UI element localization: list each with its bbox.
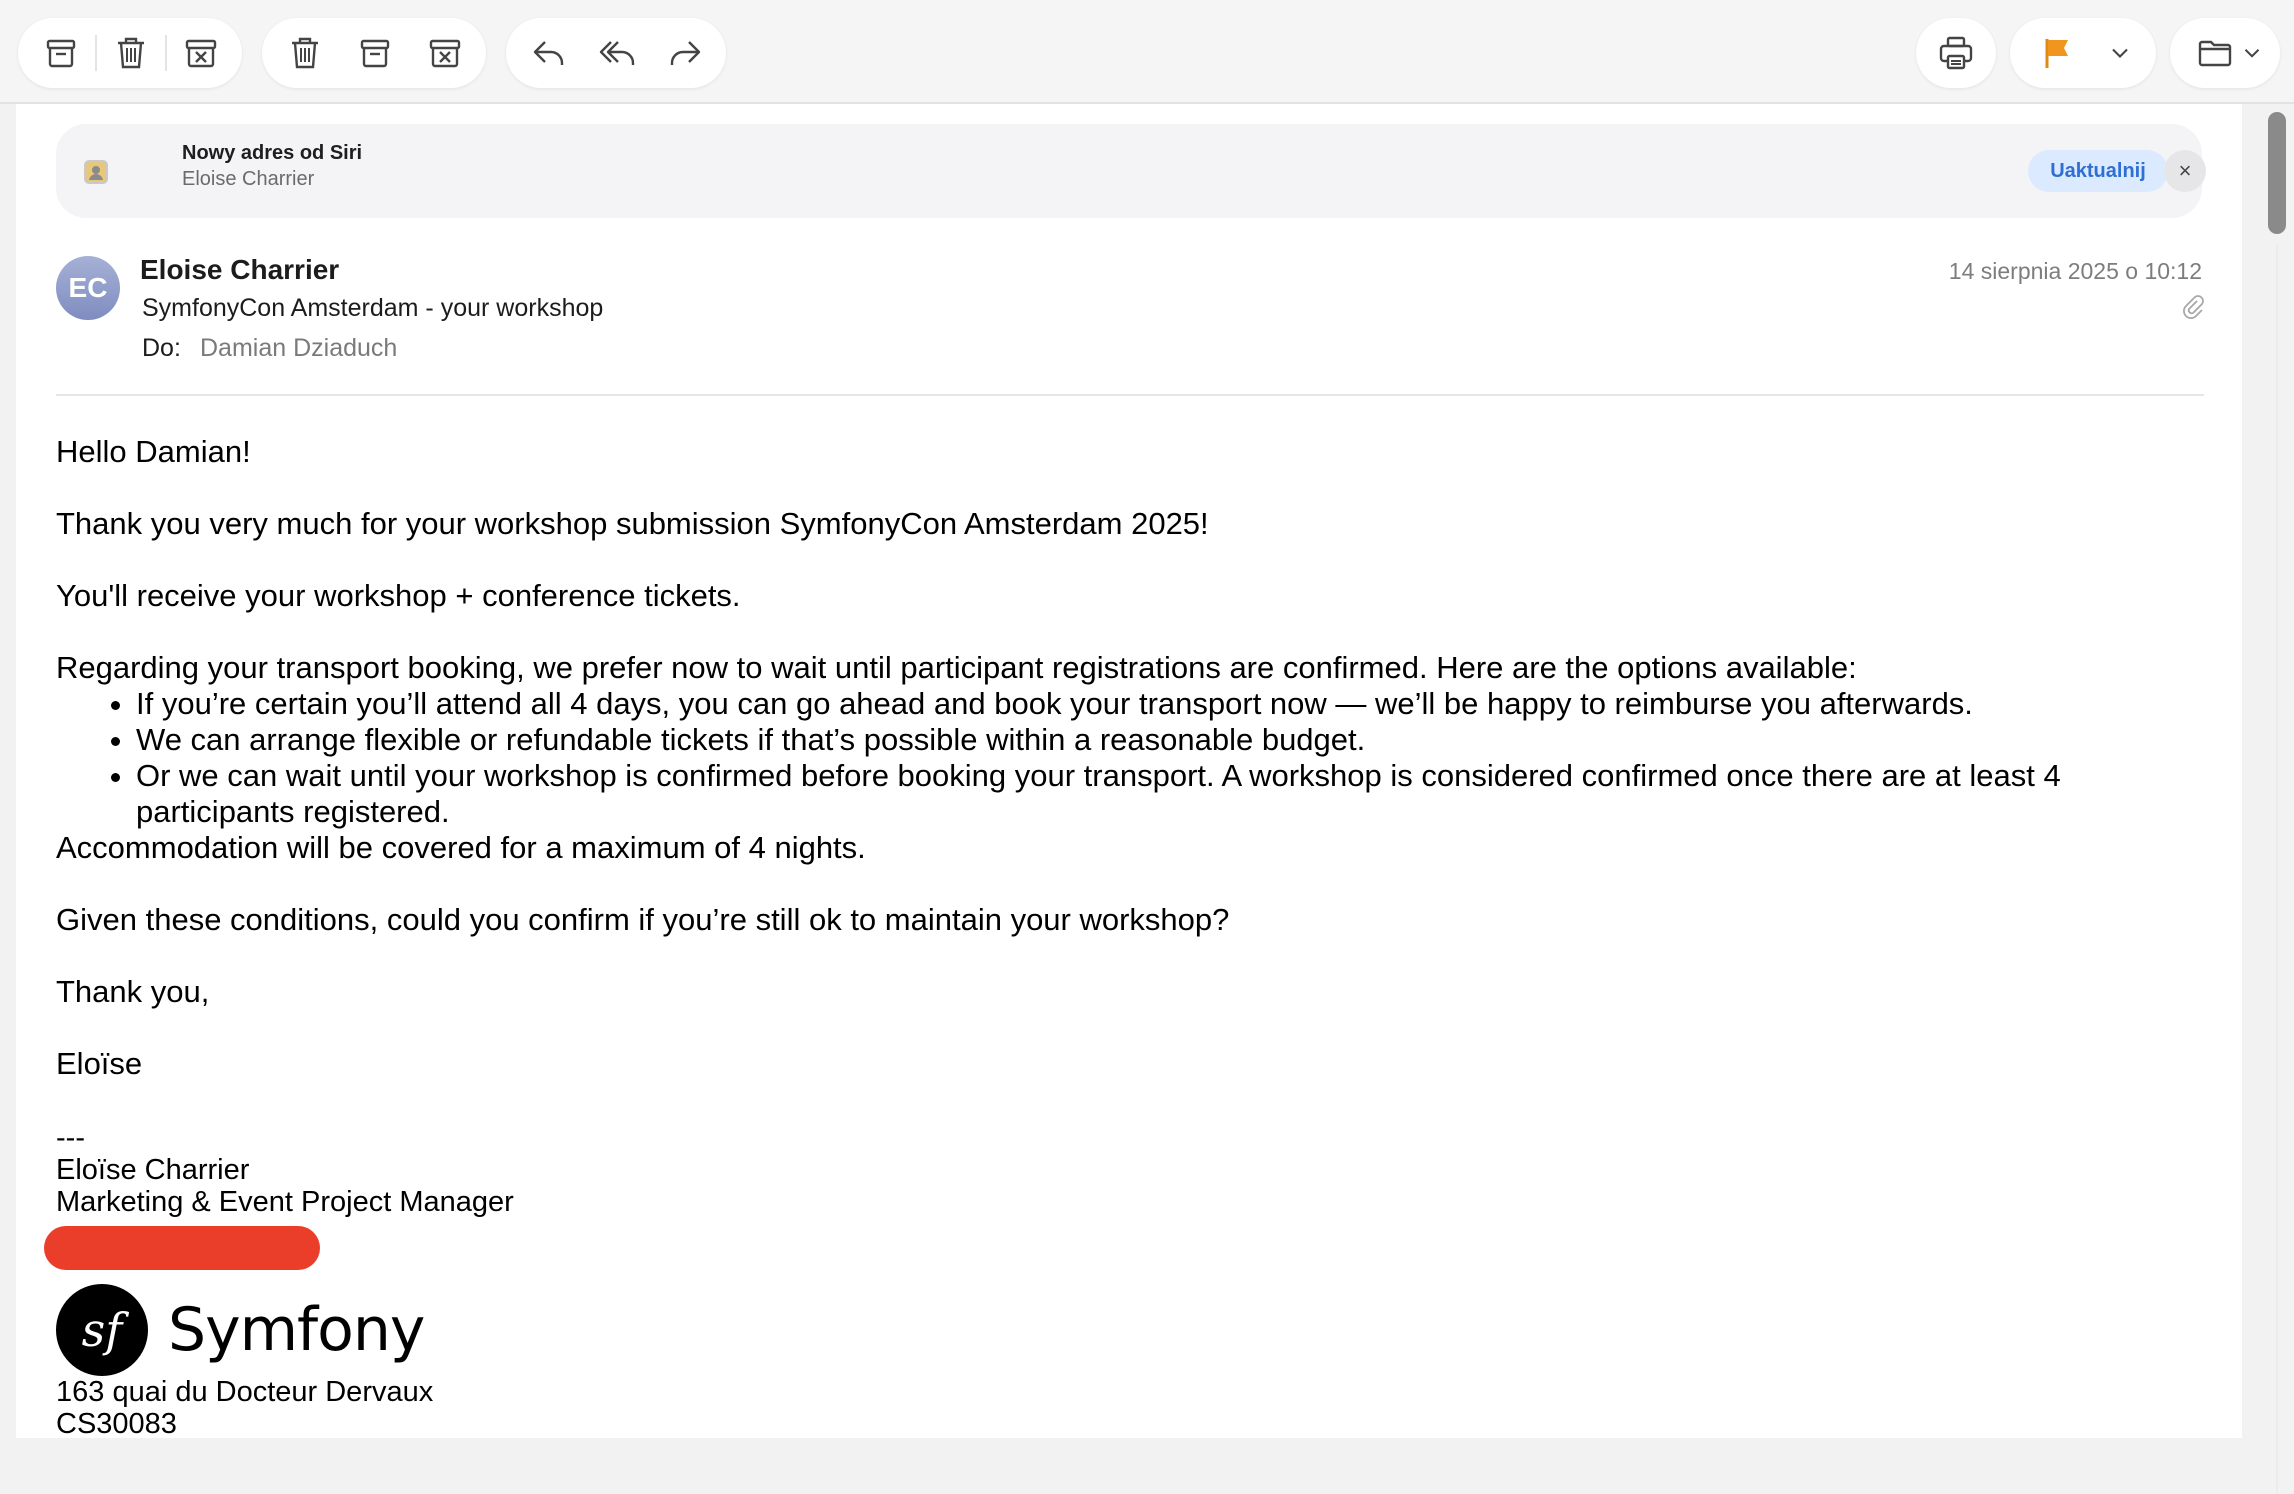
list-item: Or we can wait until your workshop is co… <box>136 758 2196 830</box>
greeting: Hello Damian! <box>56 434 251 469</box>
redaction-mark <box>44 1226 320 1270</box>
signature: --- Eloïse Charrier Marketing & Event Pr… <box>44 1122 2196 1438</box>
message-pane: Nowy adres od Siri Eloise Charrier Uaktu… <box>16 104 2242 1438</box>
avatar: EC <box>56 256 120 320</box>
contacts-icon <box>84 160 108 184</box>
close-icon: × <box>2178 158 2192 183</box>
print-button[interactable] <box>1921 18 1991 88</box>
address-line: CS30083 <box>56 1408 177 1438</box>
scroll-thumb[interactable] <box>2268 112 2286 234</box>
trash-icon <box>292 37 318 69</box>
options-list: If you’re certain you’ll attend all 4 da… <box>56 686 2196 830</box>
closing: Thank you, <box>56 974 210 1009</box>
flag-button[interactable] <box>2022 18 2092 88</box>
toolbar-group-print <box>1916 18 1996 88</box>
toolbar-group-move <box>2170 18 2280 88</box>
signature-title: Marketing & Event Project Manager <box>56 1186 514 1218</box>
toolbar-group-actions-2 <box>262 18 486 88</box>
chevron-down-icon <box>2112 48 2128 58</box>
sender-name[interactable]: Eloise Charrier <box>140 254 339 286</box>
delete-button[interactable] <box>96 18 166 88</box>
reply-all-icon <box>599 41 635 65</box>
list-item: We can arrange flexible or refundable ti… <box>136 722 2196 758</box>
signature-separator: --- <box>56 1122 85 1154</box>
move-menu-button[interactable] <box>2232 18 2272 88</box>
svg-text:sf: sf <box>82 1303 130 1357</box>
header-divider <box>56 394 2204 396</box>
siri-banner-name: Eloise Charrier <box>182 168 315 190</box>
body-paragraph: Thank you very much for your workshop su… <box>56 506 1209 541</box>
chevron-down-icon <box>2244 49 2260 58</box>
delete-button-2[interactable] <box>270 18 340 88</box>
message-date: 14 sierpnia 2025 o 10:12 <box>1948 258 2202 284</box>
message-body: Hello Damian! Thank you very much for yo… <box>44 434 2196 1438</box>
archive-button[interactable] <box>26 18 96 88</box>
junk-icon <box>429 39 461 68</box>
toolbar <box>0 0 2294 104</box>
message-subject: SymfonyCon Amsterdam - your workshop <box>142 294 604 322</box>
body-paragraph: Given these conditions, could you confir… <box>56 902 1230 937</box>
junk-button[interactable] <box>166 18 236 88</box>
body-paragraph: You'll receive your workshop + conferenc… <box>56 578 741 613</box>
archive-button-2[interactable] <box>340 18 410 88</box>
update-contact-button[interactable]: Uaktualnij <box>2028 150 2168 192</box>
folder-icon <box>2198 40 2232 67</box>
body-paragraph: Regarding your transport booking, we pre… <box>56 650 1857 685</box>
recipient-label: Do: <box>142 334 181 362</box>
forward-icon <box>670 41 701 65</box>
trash-icon <box>118 37 144 69</box>
symfony-logo: sf Symfony <box>56 1284 2196 1376</box>
toolbar-group-reply <box>506 18 726 88</box>
archive-icon <box>46 39 76 68</box>
paperclip-icon <box>2183 295 2204 319</box>
toolbar-group-flag <box>2010 18 2156 88</box>
symfony-logo-icon: sf <box>56 1284 148 1376</box>
reply-all-button[interactable] <box>582 18 652 88</box>
printer-icon <box>1939 36 1973 70</box>
flag-menu-button[interactable] <box>2092 18 2148 88</box>
list-item: If you’re certain you’ll attend all 4 da… <box>136 686 2196 722</box>
forward-button[interactable] <box>650 18 720 88</box>
toolbar-group-actions <box>18 18 242 88</box>
junk-button-2[interactable] <box>410 18 480 88</box>
archive-icon <box>360 39 390 68</box>
flag-icon <box>2045 39 2068 68</box>
recipient-name[interactable]: Damian Dziaduch <box>200 334 397 363</box>
symfony-logo-text: Symfony <box>168 1295 425 1365</box>
close-banner-button[interactable]: × <box>2164 150 2206 192</box>
reply-icon <box>533 41 564 65</box>
signature-name: Eloïse Charrier <box>56 1154 250 1186</box>
scrollbar[interactable] <box>2264 104 2290 1494</box>
junk-icon <box>185 39 217 68</box>
sign-off: Eloïse <box>56 1046 143 1081</box>
reply-button[interactable] <box>514 18 584 88</box>
address-line: 163 quai du Docteur Dervaux <box>56 1376 434 1408</box>
scroll-track <box>2276 244 2278 1494</box>
siri-banner-title: Nowy adres od Siri <box>182 142 363 164</box>
siri-suggestion-banner: Nowy adres od Siri Eloise Charrier Uaktu… <box>56 124 2206 218</box>
body-paragraph: Accommodation will be covered for a maxi… <box>56 830 866 865</box>
